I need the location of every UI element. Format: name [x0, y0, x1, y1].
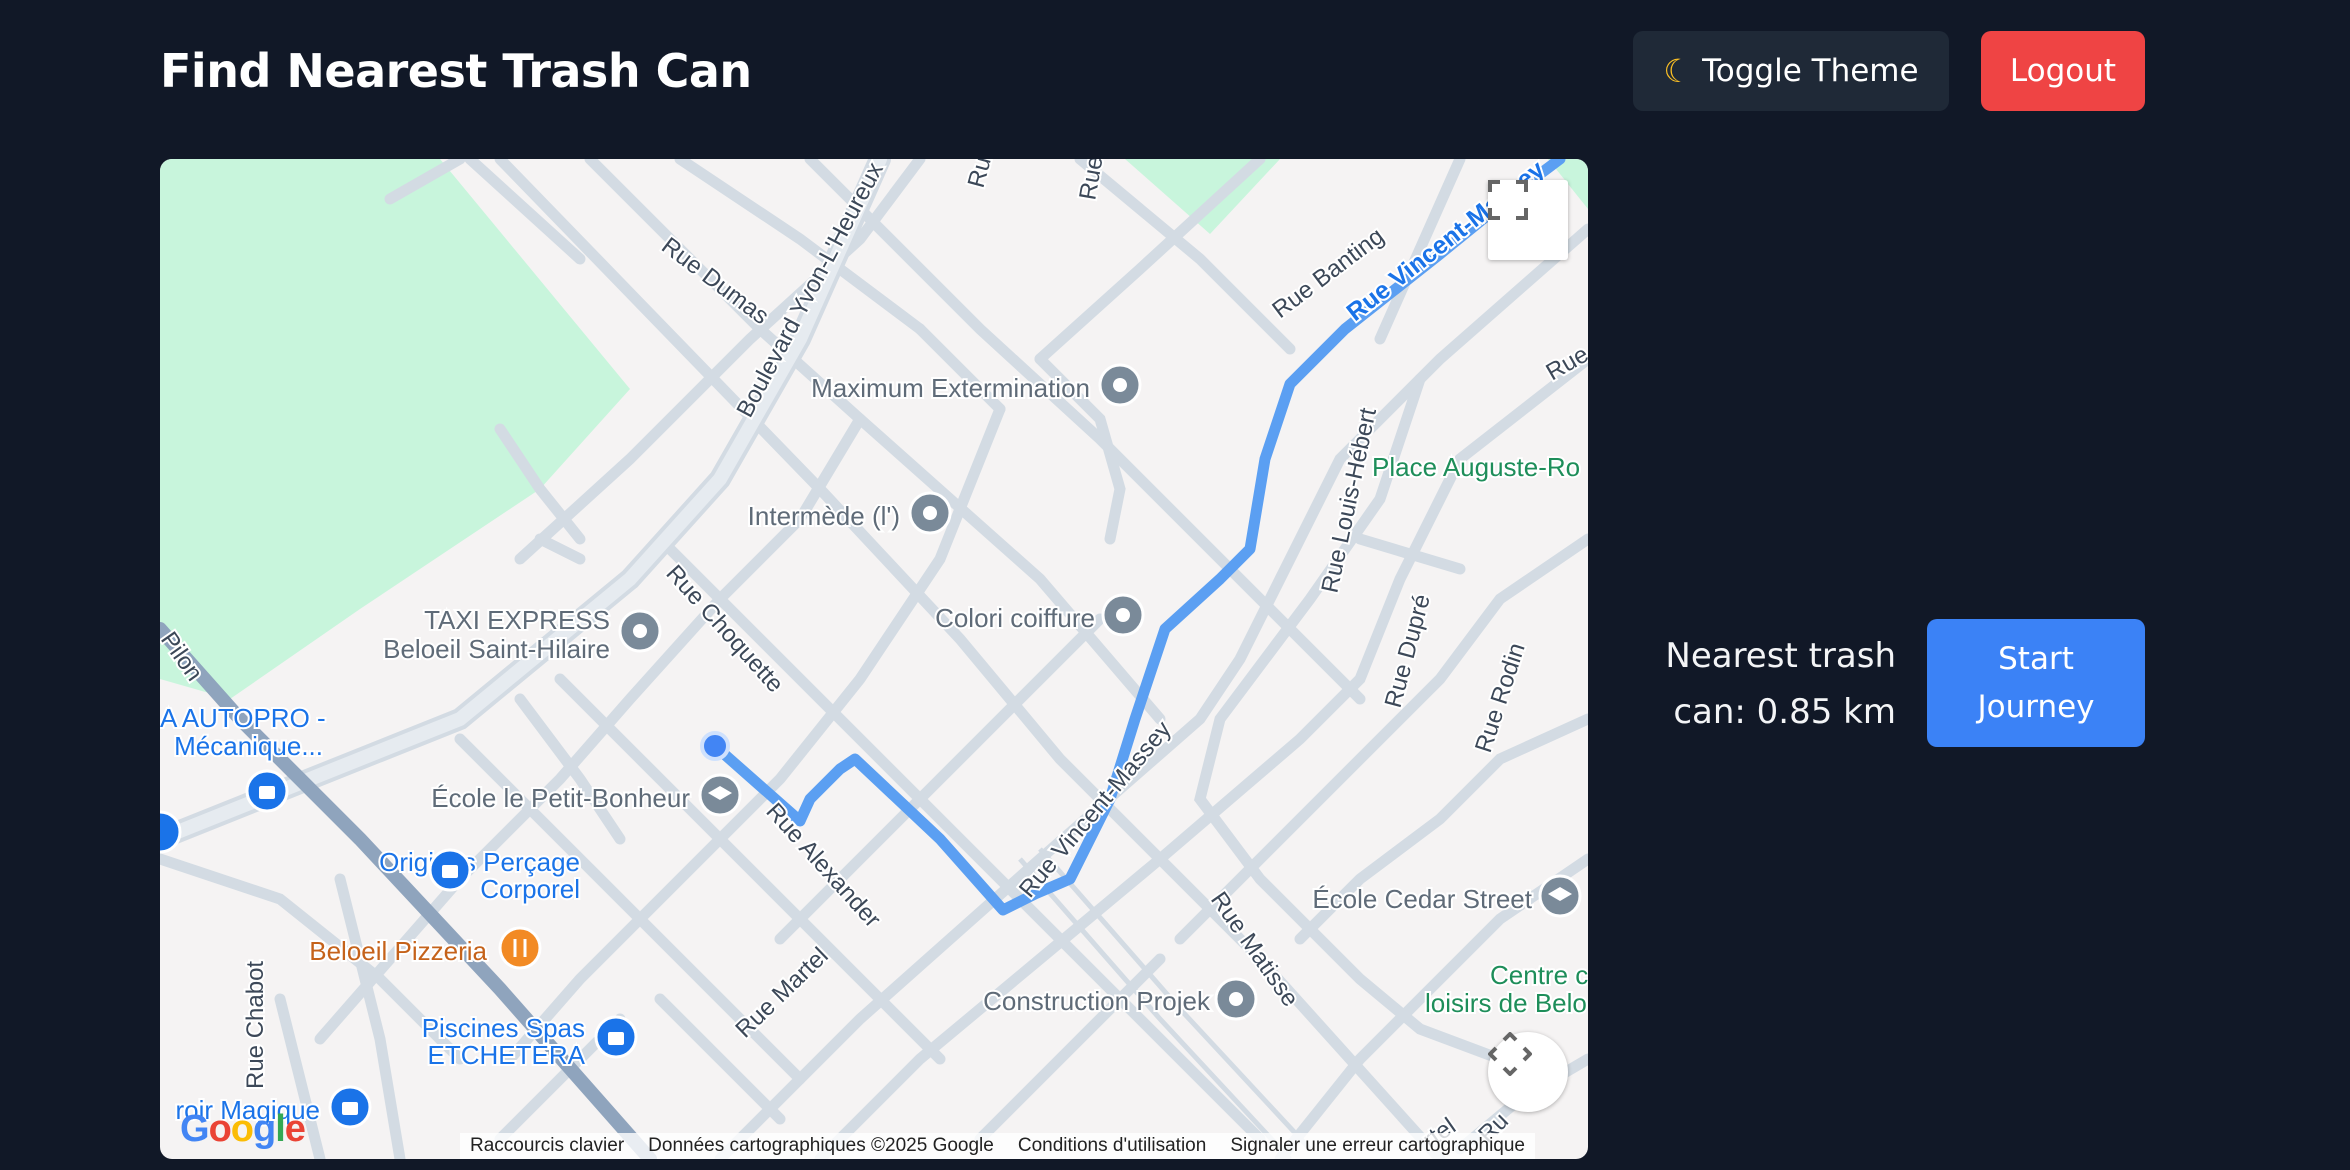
shopping-bag-icon: [594, 1015, 638, 1059]
map-data-text: Données cartographiques ©2025 Google: [648, 1135, 994, 1156]
poi-label: Colori coiffure: [935, 603, 1095, 633]
fullscreen-icon: [1488, 180, 1528, 220]
start-point: [700, 731, 730, 761]
street-label: Rue Martel: [730, 942, 833, 1043]
restaurant-icon: [498, 926, 542, 970]
nearest-distance-text: Nearest trash can: 0.85 km: [1665, 636, 1896, 732]
map-canvas[interactable]: Rue Dumas Boulevard Yvon-L'Heureux Rue C…: [160, 159, 1588, 1159]
shopping-bag-icon: [245, 769, 289, 813]
school-icon: [698, 773, 742, 817]
poi-label: Place Auguste-Ro: [1372, 452, 1580, 482]
map-pin-icon: [1214, 977, 1258, 1021]
google-logo: Google: [180, 1108, 306, 1150]
poi-label: Construction Projek: [983, 986, 1211, 1016]
poi-label: Piscines Spas: [422, 1013, 585, 1043]
street-label: Rue Louis-Hébert: [1316, 405, 1382, 595]
camera-control-button[interactable]: [1488, 1032, 1568, 1112]
street-label: Rue: [963, 159, 1000, 191]
poi-label: Mécanique...: [174, 731, 323, 761]
toggle-theme-button[interactable]: ☾ Toggle Theme: [1633, 31, 1949, 111]
street-label: Rue Chabot: [242, 961, 269, 1089]
school-icon: [1538, 874, 1582, 918]
street-label: Rue Vincent-Massey: [1014, 716, 1177, 903]
poi-label: Centre c: [1490, 960, 1588, 990]
poi-label: Origines Perçage: [379, 847, 580, 877]
poi-label: Intermède (l'): [748, 501, 900, 531]
street-label: Rue Alexander: [761, 798, 886, 933]
move-arrows-icon: [1488, 1032, 1532, 1076]
street-label: Rue Choquette: [661, 560, 789, 698]
poi-label: TAXI EXPRESS: [424, 605, 610, 635]
map-attribution: Raccourcis clavier Données cartographiqu…: [460, 1133, 1535, 1159]
map-pin-icon: [618, 609, 662, 653]
poi-label: Beloeil Pizzeria: [309, 936, 487, 966]
report-error-link[interactable]: Signaler une erreur cartographique: [1230, 1135, 1525, 1157]
map-pin-icon: [1098, 363, 1142, 407]
terms-link[interactable]: Conditions d'utilisation: [1018, 1135, 1206, 1157]
keyboard-shortcuts-link[interactable]: Raccourcis clavier: [470, 1135, 624, 1157]
poi-label: A AUTOPRO -: [160, 703, 326, 733]
toggle-theme-label: Toggle Theme: [1702, 53, 1919, 89]
map[interactable]: Rue Dumas Boulevard Yvon-L'Heureux Rue C…: [160, 159, 1588, 1159]
page-title: Find Nearest Trash Can: [160, 44, 752, 98]
map-pin-icon: [908, 491, 952, 535]
poi-label: loisirs de Belo: [1425, 988, 1587, 1018]
street-label: Rue: [1074, 159, 1108, 202]
shopping-bag-icon: [160, 810, 182, 854]
poi-label: École Cedar Street: [1312, 884, 1532, 914]
start-journey-button[interactable]: Start Journey: [1927, 619, 2145, 747]
street-label: Rue: [1542, 341, 1589, 386]
shopping-bag-icon: [428, 848, 472, 892]
logout-button[interactable]: Logout: [1981, 31, 2145, 111]
map-pin-icon: [1101, 593, 1145, 637]
street-label: Rue Dumas: [656, 232, 773, 330]
street-label: Rue Rodin: [1470, 640, 1531, 756]
moon-icon: ☾: [1663, 52, 1693, 90]
poi-label: Beloeil Saint-Hilaire: [383, 634, 610, 664]
shopping-bag-icon: [328, 1085, 372, 1129]
poi-label: Corporel: [480, 874, 580, 904]
poi-label: ETCHETERA: [428, 1040, 586, 1070]
fullscreen-button[interactable]: [1488, 180, 1568, 260]
poi-label: Maximum Extermination: [811, 373, 1090, 403]
poi-label: École le Petit-Bonheur: [431, 783, 690, 813]
